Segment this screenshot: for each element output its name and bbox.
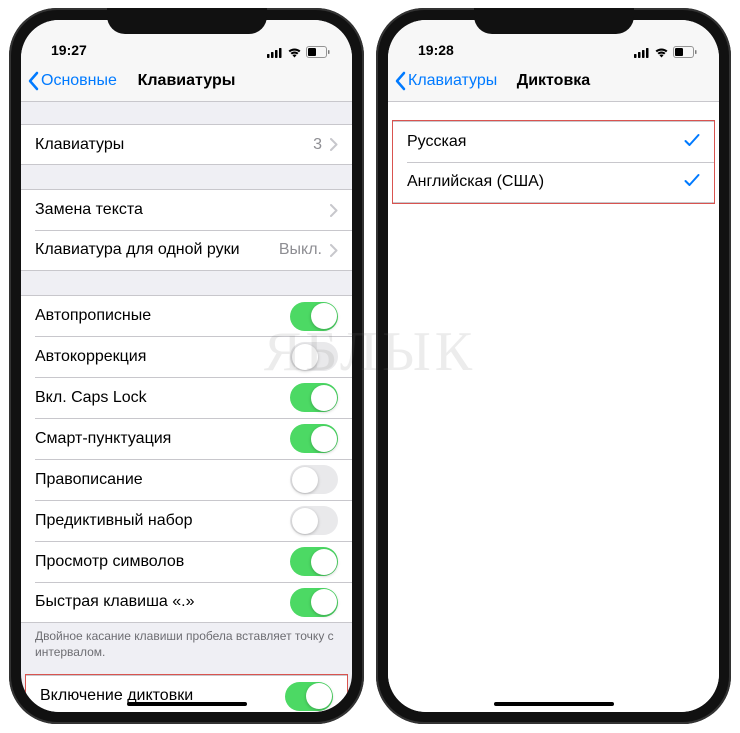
row-character-preview: Просмотр символов bbox=[21, 541, 352, 582]
status-time: 19:28 bbox=[418, 42, 454, 58]
nav-bar: Основные Клавиатуры bbox=[21, 60, 352, 102]
chevron-right-icon bbox=[330, 138, 338, 151]
group-footer: Двойное касание клавиши пробела вставляе… bbox=[21, 623, 352, 660]
phone-left: 19:27 Основные Клавиатуры Клавиатуры bbox=[9, 8, 364, 724]
toggle-auto-correction[interactable] bbox=[290, 342, 338, 371]
phone-right: 19:28 Клавиатуры Диктовка Р bbox=[376, 8, 731, 724]
highlight-languages: Русская Английская (США) bbox=[392, 120, 715, 204]
home-indicator[interactable] bbox=[127, 702, 247, 706]
notch bbox=[107, 8, 267, 34]
chevron-left-icon bbox=[27, 71, 39, 91]
toggle-caps-lock[interactable] bbox=[290, 383, 338, 412]
row-label: Русская bbox=[407, 133, 684, 151]
row-label: Быстрая клавиша «.» bbox=[35, 593, 290, 611]
row-caps-lock: Вкл. Caps Lock bbox=[21, 377, 352, 418]
row-label: Вкл. Caps Lock bbox=[35, 389, 290, 407]
row-label: Предиктивный набор bbox=[35, 512, 290, 530]
row-predictive: Предиктивный набор bbox=[21, 500, 352, 541]
row-dot-shortcut: Быстрая клавиша «.» bbox=[21, 582, 352, 623]
row-check-spelling: Правописание bbox=[21, 459, 352, 500]
toggle-enable-dictation[interactable] bbox=[285, 682, 333, 711]
chevron-right-icon bbox=[330, 204, 338, 217]
home-indicator[interactable] bbox=[494, 702, 614, 706]
settings-content[interactable]: Клавиатуры 3 Замена текста Клавиатура дл… bbox=[21, 102, 352, 712]
row-label: Английская (США) bbox=[407, 173, 684, 191]
row-label: Правописание bbox=[35, 471, 290, 489]
row-label: Клавиатура для одной руки bbox=[35, 241, 279, 259]
chevron-right-icon bbox=[330, 244, 338, 257]
toggle-auto-caps[interactable] bbox=[290, 302, 338, 331]
toggle-smart-punctuation[interactable] bbox=[290, 424, 338, 453]
status-time: 19:27 bbox=[51, 42, 87, 58]
row-smart-punctuation: Смарт-пунктуация bbox=[21, 418, 352, 459]
row-label: Замена текста bbox=[35, 201, 330, 219]
row-enable-dictation: Включение диктовки bbox=[26, 675, 347, 712]
nav-title: Диктовка bbox=[517, 72, 590, 90]
row-label: Автокоррекция bbox=[35, 348, 290, 366]
cellular-icon bbox=[267, 47, 283, 58]
row-label: Клавиатуры bbox=[35, 136, 313, 154]
toggle-char-preview[interactable] bbox=[290, 547, 338, 576]
highlight-dictation: Включение диктовки Диктовка bbox=[25, 674, 348, 712]
row-keyboards[interactable]: Клавиатуры 3 bbox=[21, 124, 352, 165]
row-text-replacement[interactable]: Замена текста bbox=[21, 189, 352, 230]
notch bbox=[474, 8, 634, 34]
back-label: Основные bbox=[41, 72, 117, 90]
row-value: Выкл. bbox=[279, 241, 322, 259]
row-language-russian[interactable]: Русская bbox=[393, 121, 714, 162]
back-button[interactable]: Основные bbox=[21, 71, 117, 91]
row-one-handed-keyboard[interactable]: Клавиатура для одной руки Выкл. bbox=[21, 230, 352, 271]
row-label: Автопрописные bbox=[35, 307, 290, 325]
toggle-dot-shortcut[interactable] bbox=[290, 588, 338, 617]
row-value: 3 bbox=[313, 136, 322, 154]
back-label: Клавиатуры bbox=[408, 72, 497, 90]
battery-icon bbox=[306, 46, 330, 58]
battery-icon bbox=[673, 46, 697, 58]
row-label: Смарт-пунктуация bbox=[35, 430, 290, 448]
cellular-icon bbox=[634, 47, 650, 58]
nav-bar: Клавиатуры Диктовка bbox=[388, 60, 719, 102]
wifi-icon bbox=[654, 47, 669, 58]
toggle-predictive[interactable] bbox=[290, 506, 338, 535]
row-auto-correction: Автокоррекция bbox=[21, 336, 352, 377]
chevron-left-icon bbox=[394, 71, 406, 91]
wifi-icon bbox=[287, 47, 302, 58]
checkmark-icon bbox=[684, 173, 700, 192]
checkmark-icon bbox=[684, 133, 700, 152]
row-language-english-us[interactable]: Английская (США) bbox=[393, 162, 714, 203]
back-button[interactable]: Клавиатуры bbox=[388, 71, 497, 91]
row-auto-capitalization: Автопрописные bbox=[21, 295, 352, 336]
row-label: Просмотр символов bbox=[35, 553, 290, 571]
toggle-spelling[interactable] bbox=[290, 465, 338, 494]
dictation-content[interactable]: Русская Английская (США) bbox=[388, 102, 719, 712]
nav-title: Клавиатуры bbox=[138, 72, 236, 90]
